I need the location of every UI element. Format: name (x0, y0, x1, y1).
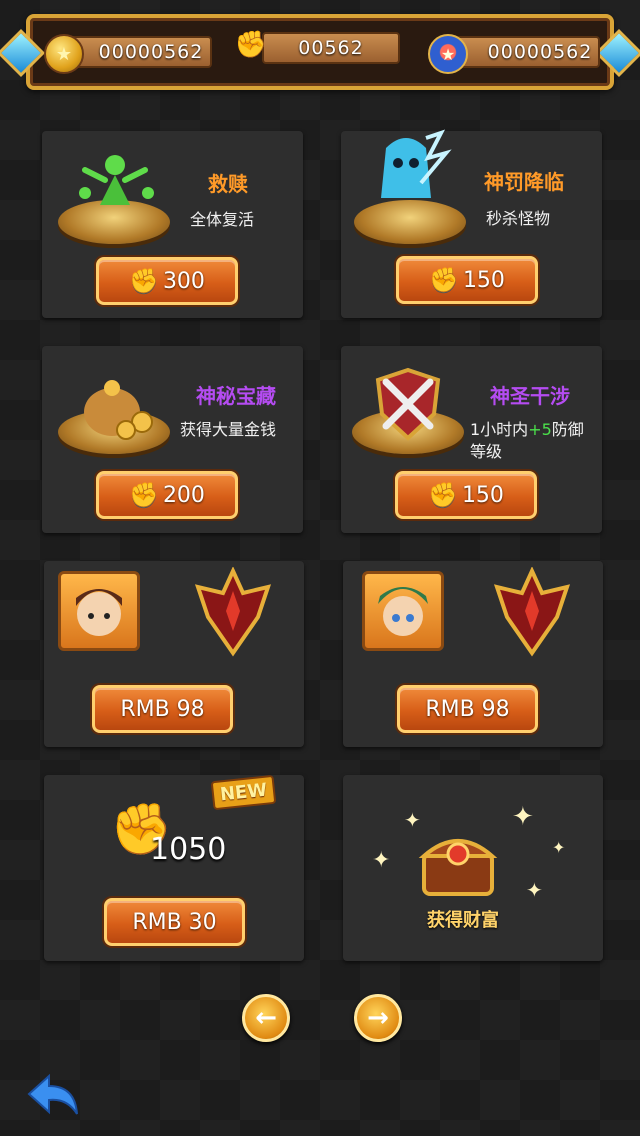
lightning-ghost-icon (356, 128, 456, 218)
shield-swords-icon (368, 364, 448, 444)
item-title: 救赎 (208, 172, 248, 196)
item-description: 全体复活 (190, 210, 255, 229)
price-label: 200 (162, 482, 205, 508)
sparkle-icon: ✦ (512, 802, 534, 832)
fist-icon: ✊ (129, 481, 159, 509)
price-label: RMB 98 (120, 696, 205, 722)
fist-icon: ✊ (429, 266, 459, 294)
gem-icon: ★ (428, 34, 468, 74)
price-label: 150 (461, 482, 504, 508)
sparkle-icon: ✦ (552, 838, 566, 857)
sparkle-icon: ✦ (404, 808, 421, 832)
item-description: 获得大量金钱 (180, 420, 277, 439)
fist-counter: 00562 (262, 32, 400, 64)
gem-counter: 00000562 (452, 36, 600, 68)
desc-bonus: +5 (528, 420, 552, 439)
back-arrow-icon (27, 1073, 78, 1115)
buy-bundle-2-button[interactable]: RMB 98 (397, 685, 538, 733)
desc-suffix: 防御 (551, 420, 584, 439)
buy-mysterious-treasure-button[interactable]: ✊ 200 (96, 471, 238, 519)
buy-redemption-button[interactable]: ✊ 300 (96, 257, 238, 305)
sparkle-icon: ✦ (526, 878, 543, 902)
buy-bundle-1-button[interactable]: RMB 98 (92, 685, 233, 733)
fist-amount: 1050 (150, 832, 227, 867)
prev-page-button[interactable]: ← (242, 994, 290, 1042)
price-label: RMB 98 (425, 696, 510, 722)
treasure-chest-icon (418, 815, 498, 905)
item-description: 1小时内+5防御 (470, 416, 584, 440)
back-button[interactable] (26, 1070, 82, 1120)
sparkle-icon: ✦ (372, 848, 391, 873)
hero-portrait (362, 571, 444, 651)
fist-icon: ✊ (234, 30, 268, 60)
resurrection-icon (70, 135, 160, 215)
price-label: 150 (462, 267, 505, 293)
arrow-left-icon: ← (255, 1003, 277, 1033)
arrow-right-icon: → (367, 1003, 389, 1033)
item-title: 神圣干涉 (490, 384, 570, 408)
item-title: 神罚降临 (484, 170, 564, 194)
next-page-button[interactable]: → (354, 994, 402, 1042)
coin-bag-icon (72, 372, 168, 442)
crest-emblem-icon (487, 567, 577, 657)
fist-icon: ✊ (129, 267, 159, 295)
treasure-label: 获得财富 (427, 910, 499, 931)
fist-icon: ✊ (428, 481, 458, 509)
buy-divine-punishment-button[interactable]: ✊ 150 (396, 256, 538, 304)
crest-emblem-icon (188, 567, 278, 657)
item-description: 秒杀怪物 (486, 209, 551, 228)
desc-prefix: 1小时内 (470, 420, 529, 439)
item-description-line2: 等级 (470, 442, 503, 461)
coin-icon: ★ (44, 34, 84, 74)
price-label: 300 (162, 268, 205, 294)
price-label: RMB 30 (132, 909, 217, 935)
buy-fist-pack-button[interactable]: RMB 30 (104, 898, 245, 946)
coin-counter: 00000562 (62, 36, 212, 68)
hero-portrait (58, 571, 140, 651)
item-title: 神秘宝藏 (196, 384, 276, 408)
buy-holy-intervention-button[interactable]: ✊ 150 (395, 471, 537, 519)
